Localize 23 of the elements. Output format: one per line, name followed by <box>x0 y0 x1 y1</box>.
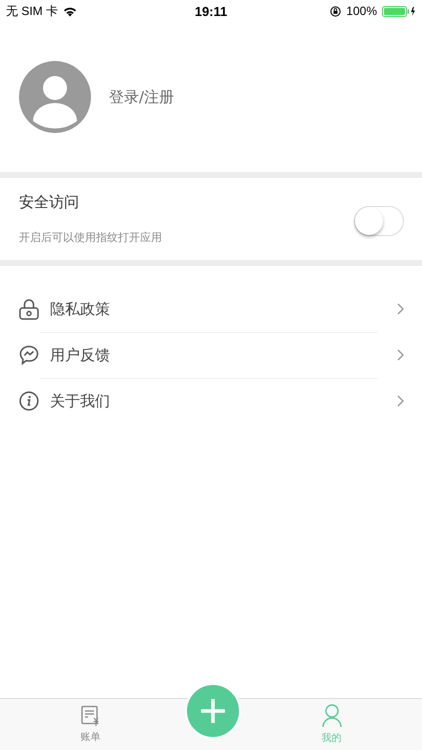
battery-percent: 100% <box>346 4 377 18</box>
menu-item[interactable]: 关于我们 <box>0 378 422 424</box>
security-hint: 开启后可以使用指纹打开应用 <box>19 230 162 245</box>
chevron-icon <box>397 349 404 361</box>
chat-bubble-icon <box>19 345 39 365</box>
bill-icon <box>80 705 102 727</box>
avatar-icon[interactable] <box>19 61 91 133</box>
info-icon <box>19 391 39 411</box>
security-title: 安全访问 <box>19 193 80 212</box>
plus-icon <box>201 699 225 723</box>
menu-item[interactable]: 隐私政策 <box>0 286 422 332</box>
login-link[interactable]: 登录/注册 <box>109 88 174 106</box>
battery-icon <box>382 6 416 16</box>
chevron-icon <box>397 395 404 407</box>
carrier-name: 无 SIM 卡 <box>6 2 58 20</box>
toggle-switch[interactable] <box>354 206 404 236</box>
person-icon <box>320 704 342 728</box>
menu-item[interactable]: 用户反馈 <box>0 332 422 378</box>
chevron-icon <box>397 303 404 315</box>
rotation-lock-icon <box>330 6 342 16</box>
lock-icon <box>19 298 39 320</box>
clock-time: 19:11 <box>194 4 228 18</box>
wifi-icon <box>63 6 78 16</box>
